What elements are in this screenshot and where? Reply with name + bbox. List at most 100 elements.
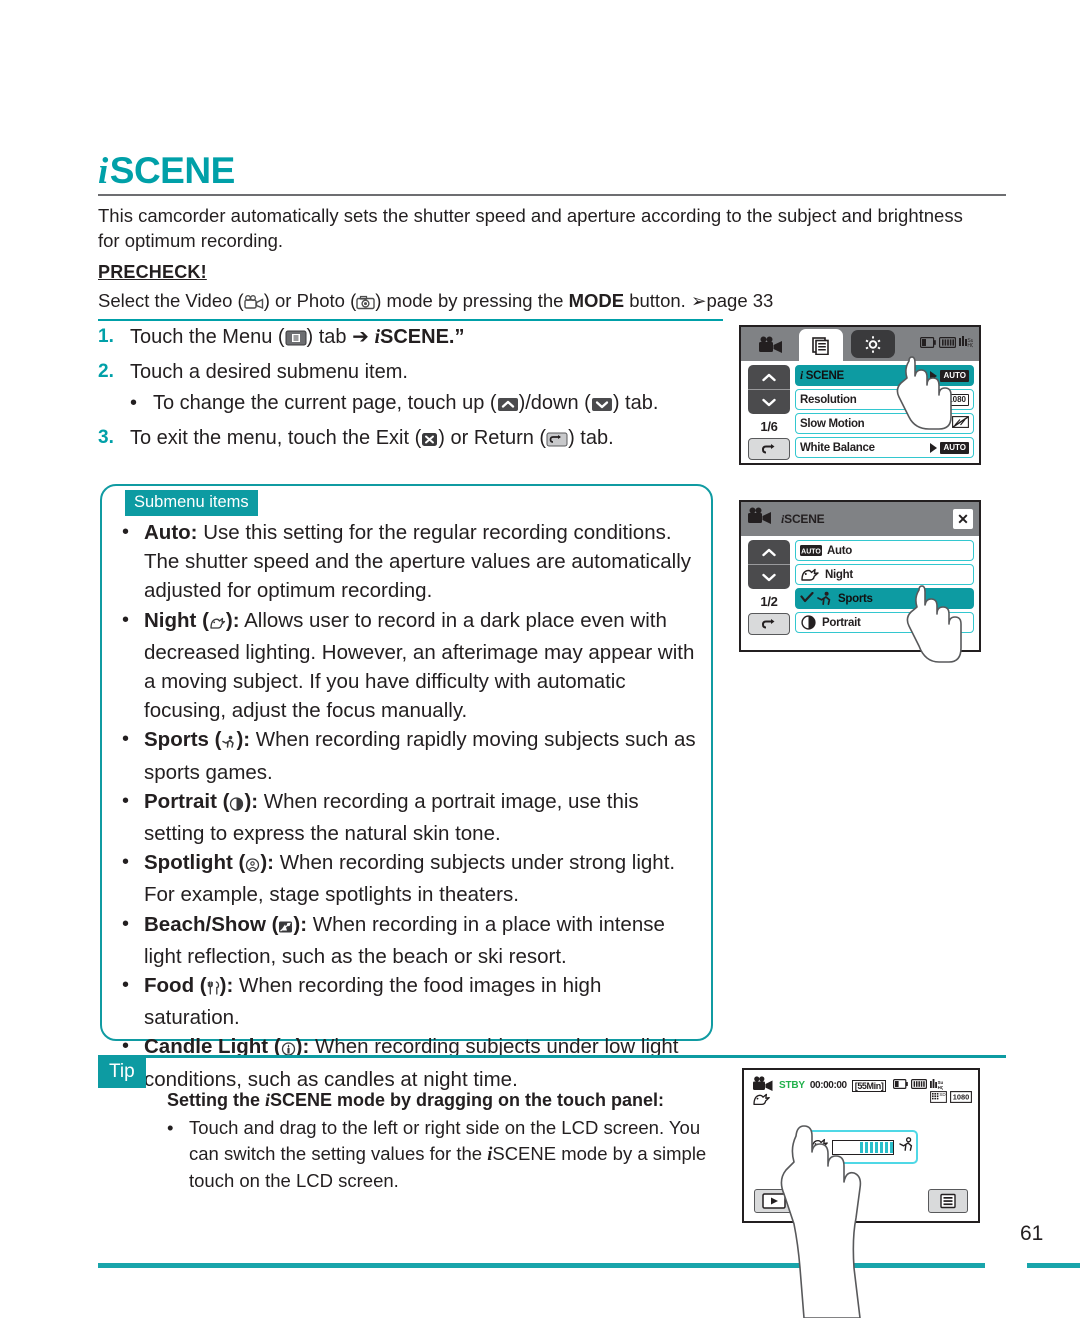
page-title-text: SCENE <box>109 150 235 191</box>
iscene-drag-bar[interactable] <box>806 1130 918 1164</box>
page-title: iSCENE <box>98 152 1006 190</box>
precheck-heading: PRECHECK! <box>98 262 207 282</box>
step-1-part2: ) tab <box>306 326 353 348</box>
title-divider <box>98 194 1006 196</box>
submenu-item-spotlight-label: Spotlight ( <box>144 851 246 875</box>
lcd3-mode-icon-row <box>752 1092 771 1111</box>
menu-row-slow-motion[interactable]: Slow Motion <box>795 413 974 434</box>
lcd2-title: iSCENE <box>781 511 825 526</box>
submenu-items-list: • Auto: Use this setting for the regular… <box>122 518 697 1094</box>
lcd1-menu-rows: i SCENE AUTO Resolution 1080 Slow Motion… <box>795 365 974 461</box>
scene-option-portrait[interactable]: Portrait <box>795 612 974 633</box>
night-icon <box>752 1093 771 1110</box>
submenu-item-auto-desc: Use this setting for the regular recordi… <box>144 521 691 603</box>
exit-icon <box>421 426 438 456</box>
return-button[interactable] <box>748 438 790 460</box>
menu-button[interactable] <box>928 1189 968 1213</box>
menu-row-slow-motion-right <box>942 416 969 431</box>
submenu-items-tag: Submenu items <box>125 490 258 516</box>
food-icon <box>207 974 220 1003</box>
tip-title: Setting the iSCENE mode by dragging on t… <box>167 1088 747 1112</box>
submenu-item-spotlight-label-post: ): <box>260 851 274 875</box>
night-icon <box>810 1137 828 1157</box>
step-3-part1: To exit the menu, touch the Exit ( <box>130 427 422 449</box>
lcd-screenshot-standby: STBY 00:00:00 [55Min] Su HQ SD 1080 <box>742 1068 980 1318</box>
svg-text:AUTO: AUTO <box>801 548 821 555</box>
menu-row-resolution[interactable]: Resolution 1080 <box>795 389 974 410</box>
lcd2-updown-buttons[interactable] <box>748 540 790 589</box>
lcd1-updown-buttons[interactable] <box>748 365 790 414</box>
lcd2-header: iSCENE ✕ <box>741 502 979 536</box>
tip-tag: Tip <box>98 1058 146 1088</box>
return-icon <box>546 426 568 456</box>
menu-row-resolution-right: 1080 <box>945 393 969 406</box>
play-button[interactable] <box>754 1189 794 1213</box>
checkmark-icon <box>800 591 814 606</box>
up-button[interactable] <box>748 540 790 564</box>
return-button[interactable] <box>748 613 790 635</box>
resolution-1080-badge: 1080 <box>945 393 969 406</box>
scene-level-indicator[interactable] <box>831 1139 894 1155</box>
page-reference: page 33 <box>706 290 774 311</box>
scene-option-auto[interactable]: AUTO Auto <box>795 540 974 561</box>
video-camera-tab[interactable] <box>749 329 793 361</box>
submenu-item-food-label: Food ( <box>144 974 207 998</box>
mode-button-label: MODE <box>568 290 625 311</box>
remaining-time: [55Min] <box>851 1079 887 1092</box>
iscene-i-glyph: i <box>98 151 108 192</box>
arrow-right-icon <box>930 442 938 453</box>
scene-option-night[interactable]: Night <box>795 564 974 585</box>
auto-badge: AUTO <box>940 441 969 454</box>
step-1-part1: Touch the Menu ( <box>130 326 285 348</box>
submenu-item-beach-show: • Beach/Show ( ): When recording in a pl… <box>122 910 697 971</box>
portrait-icon <box>800 615 817 630</box>
menu-row-white-balance-label: White Balance <box>800 441 875 454</box>
menu-tab[interactable] <box>799 329 843 361</box>
up-button[interactable] <box>748 365 790 389</box>
scene-option-auto-label: Auto <box>827 544 852 557</box>
sports-icon <box>898 1137 915 1157</box>
bullet-dot: • <box>130 392 138 414</box>
scene-option-sports-label: Sports <box>838 592 873 605</box>
menu-row-white-balance[interactable]: White Balance AUTO <box>795 437 974 458</box>
menu-row-white-balance-right: AUTO <box>930 441 969 454</box>
footer-rule-right <box>1027 1263 1080 1268</box>
up-arrow-icon <box>497 392 519 421</box>
close-icon[interactable]: ✕ <box>953 509 973 529</box>
scene-option-portrait-label: Portrait <box>822 616 861 629</box>
lcd1-status-icons: Su HQ <box>920 335 975 353</box>
menu-row-iscene[interactable]: i SCENE AUTO <box>795 365 974 386</box>
sd-icon: SD <box>930 1090 947 1108</box>
footer-rule <box>98 1263 985 1268</box>
lcd1-topbar: Su HQ <box>741 327 979 361</box>
lcd2-body: 1/2 AUTO Auto Night Sports Portrait <box>741 536 979 663</box>
step-1: 1. Touch the Menu ( ) tab ➔ iSCENE.” <box>98 322 723 355</box>
precheck-divider <box>98 319 723 321</box>
sports-icon <box>816 591 833 606</box>
substep-part1: To change the current page, touch up ( <box>153 392 497 414</box>
beach-icon <box>278 913 293 942</box>
down-button[interactable] <box>748 390 790 414</box>
substep-text: To change the current page, touch up ( )… <box>153 389 723 421</box>
night-icon <box>209 609 226 638</box>
lcd1-page-indicator: 1/6 <box>760 419 778 434</box>
lcd3-inner: STBY 00:00:00 [55Min] Su HQ SD 1080 <box>744 1070 978 1318</box>
page-ref-arrow-icon: ➢ <box>690 290 707 311</box>
submenu-item-sports: • Sports ( ): When recording rapidly mov… <box>122 725 697 786</box>
down-arrow-icon <box>591 392 613 421</box>
svg-text:HQ: HQ <box>938 1085 943 1090</box>
arrow-right-icon <box>942 418 949 429</box>
down-button[interactable] <box>748 565 790 589</box>
submenu-item-night-label-post: ): <box>225 608 240 632</box>
bullet-dot: • <box>167 1117 174 1138</box>
menu-row-slow-motion-label: Slow Motion <box>800 417 865 430</box>
submenu-item-sports-label: Sports ( <box>144 728 222 752</box>
settings-tab[interactable] <box>851 330 895 358</box>
scene-option-sports[interactable]: Sports <box>795 588 974 609</box>
submenu-item-spotlight: • Spotlight ( ): When recording subjects… <box>122 848 697 909</box>
bullet-dot: • <box>122 789 130 812</box>
submenu-item-portrait: • Portrait ( ): When recording a portrai… <box>122 787 697 848</box>
bullet-dot: • <box>122 608 130 631</box>
spotlight-icon <box>245 851 260 880</box>
tip-title-part2: SCENE mode by dragging on the touch pane… <box>270 1090 665 1110</box>
